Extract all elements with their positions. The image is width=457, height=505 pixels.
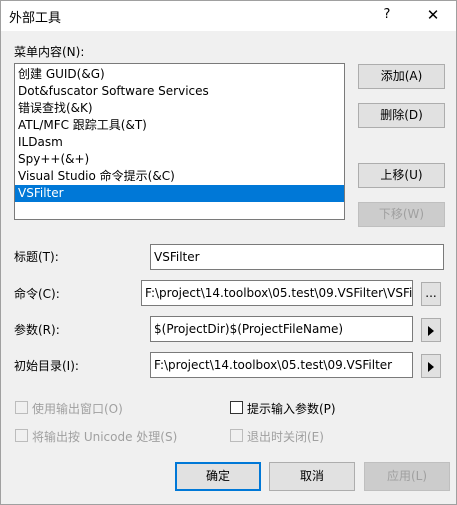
arguments-input[interactable]: $(ProjectDir)$(ProjectFileName) (150, 316, 413, 342)
initial-directory-input[interactable]: F:\project\14.toolbox\05.test\09.VSFilte… (150, 352, 413, 378)
close-on-exit-checkbox (230, 429, 243, 442)
prompt-arguments-checkbox[interactable] (230, 401, 243, 414)
initial-directory-label: 初始目录(I): (14, 359, 79, 373)
ok-button[interactable]: 确定 (175, 462, 261, 491)
title-label: 标题(T): (14, 250, 59, 264)
move-up-button[interactable]: 上移(U) (358, 163, 445, 188)
use-output-window-checkbox (15, 401, 28, 414)
list-item[interactable]: Visual Studio 命令提示(&C) (15, 168, 344, 185)
list-item[interactable]: ATL/MFC 跟踪工具(&T) (15, 117, 344, 134)
apply-button: 应用(L) (364, 462, 450, 491)
help-button[interactable]: ? (373, 3, 401, 27)
list-item[interactable]: 错误查找(&K) (15, 100, 344, 117)
command-label: 命令(C): (14, 287, 60, 301)
close-icon[interactable]: ✕ (419, 3, 447, 27)
list-item[interactable]: ILDasm (15, 134, 344, 151)
title-bar: 外部工具 ? ✕ (1, 1, 456, 31)
delete-button[interactable]: 删除(D) (358, 103, 445, 128)
close-on-exit-label: 退出时关闭(E) (247, 430, 324, 444)
move-down-button: 下移(W) (358, 202, 445, 227)
arrow-right-icon (428, 362, 434, 372)
list-item[interactable]: Dot&fuscator Software Services (15, 83, 344, 100)
cancel-button[interactable]: 取消 (269, 462, 355, 491)
arguments-menu-button[interactable] (421, 318, 441, 342)
menu-contents-list[interactable]: 创建 GUID(&G) Dot&fuscator Software Servic… (14, 63, 345, 220)
arrow-right-icon (428, 326, 434, 336)
menu-contents-label: 菜单内容(N): (14, 45, 85, 59)
list-item[interactable]: Spy++(&+) (15, 151, 344, 168)
list-item-selected[interactable]: VSFilter (15, 185, 344, 202)
arguments-label: 参数(R): (14, 323, 60, 337)
initial-directory-menu-button[interactable] (421, 354, 441, 378)
command-input[interactable]: F:\project\14.toolbox\05.test\09.VSFilte… (141, 280, 413, 306)
title-input[interactable]: VSFilter (150, 244, 444, 270)
unicode-output-checkbox (15, 429, 28, 442)
window-title: 外部工具 (9, 11, 62, 26)
list-item[interactable]: 创建 GUID(&G) (15, 66, 344, 83)
browse-command-button[interactable]: ... (421, 282, 441, 306)
unicode-output-label: 将输出按 Unicode 处理(S) (32, 430, 178, 444)
use-output-window-label: 使用输出窗口(O) (32, 402, 123, 416)
add-button[interactable]: 添加(A) (358, 64, 445, 89)
external-tools-dialog: 外部工具 ? ✕ 菜单内容(N): 创建 GUID(&G) Dot&fuscat… (0, 0, 457, 505)
prompt-arguments-label[interactable]: 提示输入参数(P) (247, 400, 336, 417)
